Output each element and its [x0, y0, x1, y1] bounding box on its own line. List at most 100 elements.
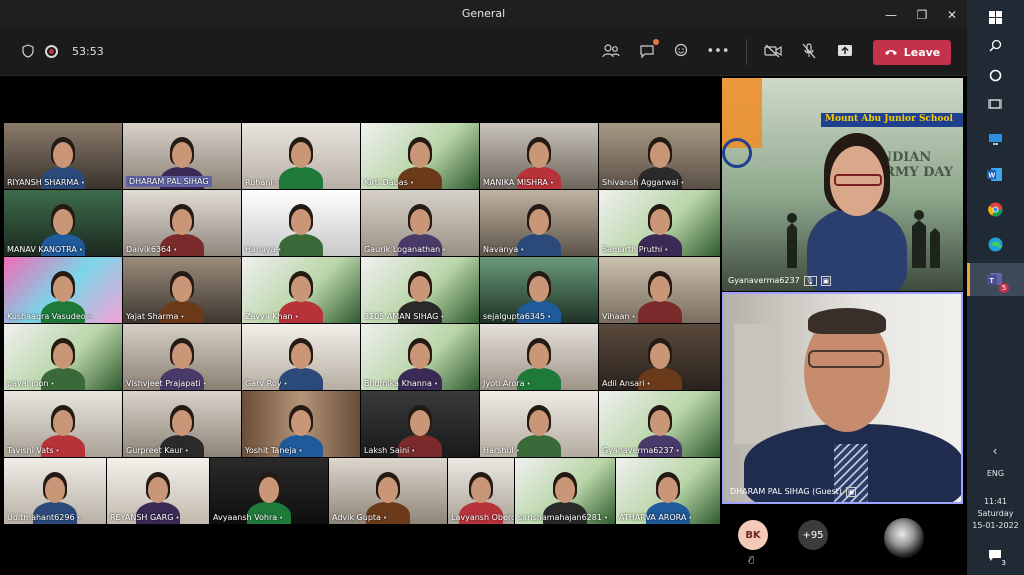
participant-face — [471, 477, 491, 503]
more-participants-button[interactable]: +95 — [798, 520, 828, 550]
mic-off-icon: • — [50, 380, 55, 388]
participant-name-text: Gaurik Loganathan — [364, 245, 441, 254]
shield-icon[interactable] — [18, 41, 38, 61]
minimize-icon[interactable]: — — [876, 0, 906, 29]
mic-off-icon: • — [409, 179, 415, 187]
video-tile[interactable]: Zavya Khan • — [242, 257, 360, 323]
door-frame — [734, 324, 774, 444]
video-tile[interactable]: payal joon • — [4, 324, 122, 390]
participant-name: Samarth Pruthi • — [602, 245, 668, 254]
participant-body — [517, 435, 561, 457]
participant-name: Gyanaverma6237 • — [602, 446, 680, 455]
video-tile[interactable]: MANAV KANOTRA • — [4, 190, 122, 256]
spotlight-video-bottom[interactable]: DHARAM PAL SIHAG (Guest) ▣ — [722, 292, 963, 504]
video-tile[interactable]: REYANSH GARG • — [107, 458, 209, 524]
participant-face — [53, 276, 73, 302]
restore-icon[interactable]: ❐ — [907, 0, 937, 29]
mic-off-icon: • — [547, 313, 552, 321]
reactions-icon[interactable] — [672, 41, 692, 61]
participant-face — [291, 142, 311, 168]
chrome-icon[interactable] — [984, 198, 1006, 220]
video-tile[interactable]: Ruhani • — [242, 123, 360, 189]
video-tile[interactable]: MANIKA MISHRA • — [480, 123, 598, 189]
video-tile[interactable]: Navanya • — [480, 190, 598, 256]
video-tile[interactable]: Daivik6364 • — [123, 190, 241, 256]
participant-name-text: Vishvjeet Prajapati — [126, 379, 201, 388]
video-tile[interactable]: Gaurik Loganathan • — [361, 190, 479, 256]
video-tile[interactable]: Uditmahant6296 • — [4, 458, 106, 524]
video-tile[interactable]: RIYANSH SHARMA • — [4, 123, 122, 189]
participant-face — [649, 142, 670, 168]
more-options-icon[interactable]: ••• — [707, 41, 730, 61]
self-video-avatar[interactable] — [884, 518, 924, 558]
participant-face — [53, 209, 73, 235]
edge-icon[interactable] — [984, 233, 1006, 255]
mic-off-icon: • — [603, 514, 609, 522]
mic-off-icon: • — [76, 514, 81, 522]
participant-name: Jyoti Arora • — [483, 379, 531, 388]
video-tile[interactable]: Bhumika Khanna • — [361, 324, 479, 390]
participant-body — [637, 301, 682, 323]
video-tile[interactable]: Yajat Sharma • — [123, 257, 241, 323]
video-tile[interactable]: Vihaan • — [599, 257, 720, 323]
video-tile[interactable]: Hanaya • — [242, 190, 360, 256]
video-tile[interactable]: Adil Ansari • — [599, 324, 720, 390]
participant-face — [410, 276, 430, 302]
video-tile[interactable]: sejalgupta6345 • — [480, 257, 598, 323]
video-tile[interactable]: Yoshit Taneja • — [242, 391, 360, 457]
notification-icon[interactable]: 3 — [984, 544, 1008, 567]
cortana-icon[interactable] — [984, 64, 1006, 86]
clock-time[interactable]: 11:41 — [967, 497, 1024, 506]
search-icon[interactable] — [984, 34, 1006, 56]
spotlight-video-top[interactable]: Mount Abu Junior School INDIAN ARMY DAY … — [722, 78, 963, 291]
word-icon[interactable]: W — [984, 163, 1006, 185]
participant-face — [291, 209, 311, 235]
video-tile[interactable]: Harshul • — [480, 391, 598, 457]
video-tile[interactable]: Jyoti Arora • — [480, 324, 598, 390]
video-tile[interactable]: Avyaansh Vohra • — [210, 458, 328, 524]
participant-name-text: Garv Roy — [245, 379, 282, 388]
participants-icon[interactable] — [601, 41, 621, 61]
spotlight-bottom-label: DHARAM PAL SIHAG (Guest) ▣ — [730, 487, 857, 497]
meeting-toolbar: 53:53 ••• Leave — [0, 29, 967, 76]
participant-name: Advik Gupta • — [332, 513, 387, 522]
participant-name-text: Uditmahant6296 — [7, 513, 75, 522]
mic-off-icon[interactable] — [799, 41, 819, 61]
video-tile[interactable]: ATHARVA ARORA • — [616, 458, 720, 524]
clock-day[interactable]: Saturday — [967, 509, 1024, 518]
teams-icon[interactable]: T 5 — [984, 269, 1009, 293]
camera-off-icon[interactable] — [763, 41, 783, 61]
avatar[interactable]: BK — [738, 520, 768, 550]
video-tile[interactable]: Gurpreet Kaur • — [123, 391, 241, 457]
video-tile[interactable]: Tavishi Vats • — [4, 391, 122, 457]
video-tile[interactable]: Vishvjeet Prajapati • — [123, 324, 241, 390]
task-view-icon[interactable] — [984, 93, 1006, 115]
chevron-left-icon[interactable]: ‹ — [984, 440, 1006, 462]
participant-name-text: RIYANSH SHARMA — [7, 178, 79, 187]
mic-off-icon: • — [80, 179, 85, 187]
participant-name: Hanaya • — [245, 245, 282, 254]
windows-start-icon[interactable] — [984, 6, 1006, 28]
share-screen-icon[interactable] — [835, 41, 855, 61]
monitor-app-icon[interactable] — [984, 128, 1006, 150]
video-tile[interactable]: 3105 AMAN SIHAG • — [361, 257, 479, 323]
leave-button[interactable]: Leave — [873, 40, 951, 65]
video-tile[interactable]: Gyanaverma6237 • — [599, 391, 720, 457]
participant-name-text: Kirti Dabas — [364, 178, 408, 187]
video-tile[interactable]: Kushaagra Vasudeo • — [4, 257, 122, 323]
clock-date[interactable]: 15-01-2022 — [967, 521, 1024, 530]
video-tile[interactable]: Laksh Saini • — [361, 391, 479, 457]
video-tile[interactable]: Lavyansh Oberoi• — [448, 458, 514, 524]
video-tile[interactable]: Garv Roy • — [242, 324, 360, 390]
video-tile[interactable]: Kirti Dabas • — [361, 123, 479, 189]
chat-icon[interactable] — [637, 39, 659, 61]
video-tile[interactable]: DHARAM PAL SIHAG — [123, 123, 241, 189]
participant-name: Zavya Khan • — [245, 312, 299, 321]
video-tile[interactable]: Samarth Pruthi • — [599, 190, 720, 256]
video-tile[interactable]: Advik Gupta • — [329, 458, 447, 524]
video-tile[interactable]: sarishamahajan6281 • — [515, 458, 615, 524]
language-indicator[interactable]: ENG — [967, 469, 1024, 478]
video-tile[interactable]: Shivansh Aggarwal • — [599, 123, 720, 189]
participant-name: MANAV KANOTRA • — [7, 245, 83, 254]
close-icon[interactable]: ✕ — [937, 0, 967, 29]
